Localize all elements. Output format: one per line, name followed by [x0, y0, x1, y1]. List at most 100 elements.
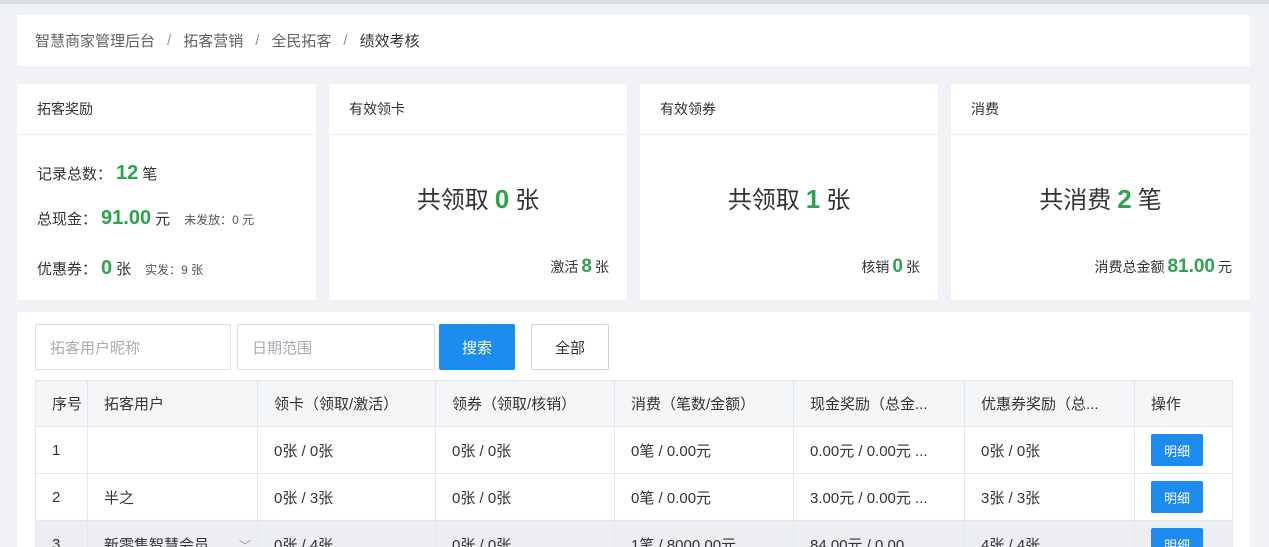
coupon-claim-card: 有效领券 共领取 1 张 核销 0 张	[640, 84, 938, 300]
unpaid-text: 未发放：0 元	[184, 213, 255, 227]
card-activated-stat: 激活 8 张	[550, 256, 609, 278]
card-claim-value: 0	[494, 184, 510, 214]
cell-action: 明细	[1134, 520, 1233, 547]
consume-unit: 笔	[1137, 187, 1162, 214]
cell-card: 0张 / 4张	[257, 520, 436, 547]
col-header-consume: 消费（笔数/金额）	[614, 380, 794, 427]
cell-cash-reward: 3.00元 / 0.00元 ...	[793, 473, 965, 521]
cell-coupon: 0张 / 0张	[435, 520, 615, 547]
cell-coupon: 0张 / 0张	[435, 426, 615, 474]
cell-cash-reward: 84.00元 / 0.00...	[793, 520, 965, 547]
card-claim-prefix: 共领取	[416, 187, 489, 214]
col-header-action: 操作	[1134, 380, 1233, 427]
coupon-label: 优惠券：	[37, 261, 98, 278]
consume-card: 消费 共消费 2 笔 消费总金额 81.00 元	[951, 84, 1250, 300]
search-button[interactable]: 搜索	[439, 324, 515, 370]
col-header-cash-reward: 现金奖励（总金...	[793, 380, 965, 427]
col-header-index: 序号	[35, 380, 88, 427]
cell-index: 3	[35, 520, 88, 547]
reward-card: 拓客奖励 记录总数： 12 笔 总现金： 91.00 元 未发放：0 元 优惠券…	[17, 84, 316, 300]
detail-button[interactable]: 明细	[1151, 528, 1203, 547]
card-activated-value: 8	[581, 256, 592, 277]
cell-coupon-reward: 4张 / 4张	[964, 520, 1135, 547]
table-row: 1 0张 / 0张 0张 / 0张 0笔 / 0.00元 0.00元 / 0.0…	[35, 426, 1233, 474]
cash-value: 91.00	[101, 207, 152, 229]
breadcrumb-item-home[interactable]: 智慧商家管理后台	[35, 30, 155, 51]
col-header-coupon-reward: 优惠券奖励（总...	[964, 380, 1135, 427]
top-shadow-bar	[0, 0, 1269, 4]
performance-table: 序号 拓客用户 领卡（领取/激活） 领券（领取/核销） 消费（笔数/金额） 现金…	[35, 380, 1233, 547]
card-activated-unit: 张	[595, 259, 609, 275]
cash-unit: 元	[155, 211, 171, 228]
cell-coupon-reward: 3张 / 3张	[964, 473, 1135, 521]
cell-consume: 1笔 / 8000.00元	[614, 520, 794, 547]
cell-action: 明细	[1134, 473, 1233, 521]
cell-user	[87, 426, 258, 474]
consume-amount-unit: 元	[1218, 259, 1232, 275]
breadcrumb-separator: /	[255, 32, 260, 49]
card-claim-title: 有效领卡	[329, 84, 627, 135]
breadcrumb-separator: /	[167, 32, 172, 49]
reward-card-title: 拓客奖励	[17, 84, 316, 135]
cell-index: 1	[35, 426, 88, 474]
cell-user: 半之	[87, 473, 258, 521]
issued-text: 实发：9 张	[145, 263, 204, 277]
records-stat: 记录总数： 12 笔	[37, 162, 157, 185]
consume-amount-stat: 消费总金额 81.00 元	[1094, 256, 1232, 278]
coupon-claim-total: 共领取 1 张	[640, 180, 938, 215]
consume-value: 2	[1117, 184, 1132, 214]
col-header-card: 领卡（领取/激活）	[257, 380, 436, 427]
cell-consume: 0笔 / 0.00元	[614, 426, 794, 474]
cell-card: 0张 / 0张	[257, 426, 436, 474]
table-row: 2 半之 0张 / 3张 0张 / 0张 0笔 / 0.00元 3.00元 / …	[35, 473, 1233, 521]
chevron-down-icon[interactable]: ﹀	[239, 537, 251, 547]
card-claim-total: 共领取 0 张	[329, 180, 627, 215]
cash-label: 总现金：	[37, 211, 98, 228]
cell-cash-reward: 0.00元 / 0.00元 ...	[793, 426, 965, 474]
coupon-redeemed-value: 0	[892, 256, 903, 277]
coupon-redeemed-label: 核销	[861, 259, 890, 275]
coupon-value: 0	[101, 257, 113, 279]
cell-user-text: 新零售智慧会员	[104, 536, 210, 547]
cell-card: 0张 / 3张	[257, 473, 436, 521]
cell-index: 2	[35, 473, 88, 521]
cell-user: 新零售智慧会员 ﹀	[87, 520, 258, 547]
cell-coupon-reward: 0张 / 0张	[964, 426, 1135, 474]
coupon-stat: 优惠券： 0 张 实发：9 张	[37, 257, 203, 280]
coupon-redeemed-unit: 张	[906, 259, 920, 275]
table-header-row: 序号 拓客用户 领卡（领取/激活） 领券（领取/核销） 消费（笔数/金额） 现金…	[35, 380, 1233, 427]
records-unit: 笔	[142, 166, 158, 183]
cash-stat: 总现金： 91.00 元 未发放：0 元	[37, 207, 254, 230]
date-range-input[interactable]: 日期范围	[237, 324, 435, 370]
consume-title: 消费	[951, 84, 1250, 135]
all-button[interactable]: 全部	[531, 324, 609, 370]
records-label: 记录总数：	[37, 166, 113, 183]
performance-panel: 拓客用户昵称 日期范围 搜索 全部 序号 拓客用户 领卡（领取/激活） 领券（领…	[17, 312, 1250, 547]
coupon-redeemed-stat: 核销 0 张	[861, 256, 920, 278]
detail-button[interactable]: 明细	[1151, 481, 1203, 513]
coupon-claim-prefix: 共领取	[727, 187, 800, 214]
cell-consume: 0笔 / 0.00元	[614, 473, 794, 521]
card-claim-card: 有效领卡 共领取 0 张 激活 8 张	[329, 84, 627, 300]
consume-amount-value: 81.00	[1167, 256, 1215, 277]
breadcrumb-current: 绩效考核	[359, 33, 420, 50]
records-value: 12	[116, 162, 139, 184]
breadcrumb-separator: /	[343, 32, 348, 49]
table-row: 3 新零售智慧会员 ﹀ 0张 / 4张 0张 / 0张 1笔 / 8000.00元…	[35, 520, 1233, 547]
col-header-coupon: 领券（领取/核销）	[435, 380, 615, 427]
cell-action: 明细	[1134, 426, 1233, 474]
consume-amount-label: 消费总金额	[1094, 259, 1165, 275]
card-activated-label: 激活	[550, 259, 579, 275]
breadcrumb-item-all-people[interactable]: 全民拓客	[271, 30, 331, 51]
breadcrumb-item-marketing[interactable]: 拓客营销	[183, 30, 243, 51]
user-nickname-input[interactable]: 拓客用户昵称	[35, 324, 231, 370]
consume-total: 共消费 2 笔	[951, 180, 1250, 215]
consume-prefix: 共消费	[1039, 187, 1112, 214]
coupon-claim-value: 1	[805, 184, 821, 214]
breadcrumb: 智慧商家管理后台 / 拓客营销 / 全民拓客 / 绩效考核	[17, 15, 1250, 66]
coupon-claim-title: 有效领券	[640, 84, 938, 135]
coupon-unit: 张	[116, 261, 132, 278]
coupon-claim-unit: 张	[826, 187, 851, 214]
col-header-user: 拓客用户	[87, 380, 258, 427]
detail-button[interactable]: 明细	[1151, 434, 1203, 466]
